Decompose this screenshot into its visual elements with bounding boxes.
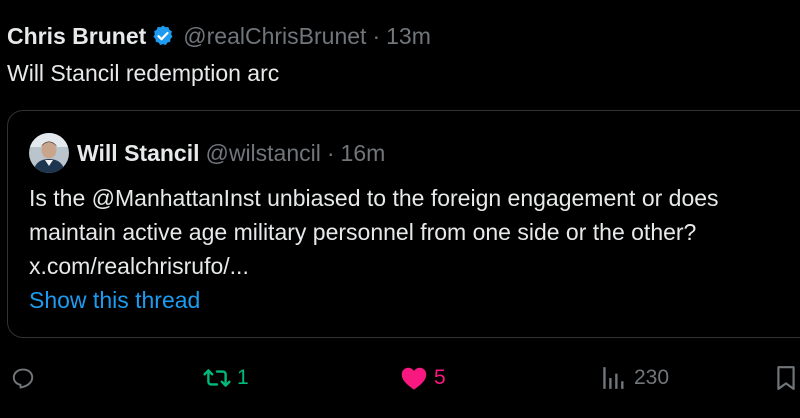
quote-author-handle[interactable]: @wilstancil (205, 140, 320, 167)
tweet-card: Chris Brunet @realChrisBrunet · 13m Will… (0, 0, 800, 418)
author-name[interactable]: Chris Brunet (7, 23, 146, 50)
heart-icon (400, 365, 428, 391)
views-icon (600, 365, 626, 391)
retweet-icon (203, 365, 231, 391)
quoted-tweet[interactable]: Will Stancil @wilstancil · 16m Is the @M… (7, 110, 800, 338)
like-button[interactable]: 5 (400, 360, 446, 396)
views-button[interactable]: 230 (600, 360, 669, 396)
action-bar: 1 5 230 (0, 360, 800, 396)
like-count: 5 (434, 366, 446, 389)
share-button[interactable] (775, 360, 797, 396)
views-count: 230 (634, 366, 670, 389)
show-thread-link[interactable]: Show this thread (29, 287, 200, 314)
quote-link[interactable]: x.com/realchrisrufo/... (29, 249, 719, 283)
quote-timestamp[interactable]: 16m (341, 140, 386, 167)
separator-dot: · (372, 22, 381, 49)
quote-text: Is the @ManhattanInst unbiased to the fo… (29, 181, 719, 283)
verified-badge-icon (151, 24, 175, 48)
post-text: Will Stancil redemption arc (7, 60, 280, 86)
author-handle[interactable]: @realChrisBrunet (183, 23, 366, 50)
bookmark-icon (775, 365, 797, 391)
post-header: Chris Brunet @realChrisBrunet · 13m (7, 20, 431, 52)
retweet-count: 1 (237, 366, 249, 389)
separator-dot: · (326, 139, 335, 166)
quote-header: Will Stancil @wilstancil · 16m (29, 133, 385, 173)
post-timestamp[interactable]: 13m (386, 23, 431, 50)
retweet-button[interactable]: 1 (203, 360, 249, 396)
quote-avatar[interactable] (29, 133, 69, 173)
quote-text-line: maintain active age military personnel f… (29, 219, 697, 245)
quote-author-name[interactable]: Will Stancil (77, 140, 199, 167)
reply-icon (10, 365, 36, 391)
reply-button[interactable] (10, 360, 36, 396)
quote-text-line: Is the @ManhattanInst unbiased to the fo… (29, 185, 719, 211)
